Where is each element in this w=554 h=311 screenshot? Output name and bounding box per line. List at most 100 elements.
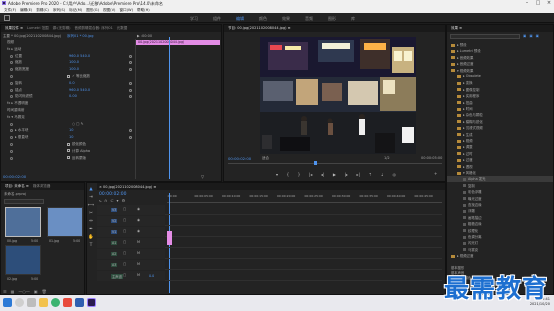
lock-icon[interactable]: ▢	[123, 251, 126, 255]
effects-tree-item[interactable]: 闪光灯	[447, 240, 553, 246]
effects-tree-item[interactable]: ▸ 过时	[447, 151, 553, 157]
browser-icon[interactable]	[51, 298, 60, 307]
effects-tree-item[interactable]: 粗糙边缘	[447, 221, 553, 227]
reset-icon[interactable]	[129, 54, 132, 58]
video-clip[interactable]	[167, 231, 172, 245]
effects-tree-item[interactable]: ▸ Lumetri 预设	[447, 48, 553, 54]
effects-tree-item[interactable]: ▸ Obsolete	[447, 74, 553, 80]
effects-tree-item[interactable]: 浮雕	[447, 208, 553, 214]
track-label[interactable]: V1	[111, 229, 118, 234]
menu-item[interactable]: 编辑(E)	[20, 8, 32, 13]
property-value[interactable]: 10	[69, 135, 73, 139]
add-marker-icon[interactable]: ▾	[117, 198, 119, 203]
track-label[interactable]: V3	[111, 207, 118, 212]
media-thumbnail[interactable]: 02.jpg 5:00	[5, 245, 41, 281]
accelerated-icon[interactable]: ▣	[523, 34, 526, 38]
32bit-icon[interactable]: ▣	[529, 34, 532, 38]
effects-tree-item[interactable]: ▸ 过渡	[447, 157, 553, 163]
checkbox[interactable]	[67, 156, 70, 160]
media-thumbnail[interactable]: 01.jpg 5:00	[47, 207, 83, 243]
source-label[interactable]: 主要 * 00.jpg(202110200844.jpg)	[3, 34, 61, 39]
effect-controls-timecode[interactable]: 00:00:02:00	[3, 174, 26, 179]
workspace-tab[interactable]: 颜色	[259, 16, 267, 22]
track-label[interactable]: V2	[111, 218, 118, 223]
track-label[interactable]: 主声道	[111, 273, 123, 279]
effects-tree-item[interactable]: ▸ 图像控制	[447, 87, 553, 93]
effects-tree-item[interactable]: ▸ 调整	[447, 144, 553, 150]
timeline-track[interactable]: V3 ▢ ◉	[97, 205, 442, 215]
minimize-icon[interactable]: –	[522, 0, 532, 7]
trash-icon[interactable]: 🗑	[42, 289, 47, 294]
checkbox[interactable]	[67, 149, 70, 153]
workspace-tab[interactable]: 编辑	[236, 16, 244, 22]
effects-search-input[interactable]	[450, 34, 520, 39]
timeline-track[interactable]: V1 ▢ ◉	[97, 227, 442, 237]
stopwatch-icon[interactable]	[10, 149, 13, 153]
snap-icon[interactable]: ∩	[104, 198, 107, 203]
property-value[interactable]: 960.0 540.0	[69, 54, 90, 58]
maximize-icon[interactable]: □	[533, 0, 543, 7]
mute-icon[interactable]: M	[137, 273, 140, 277]
lock-icon[interactable]: ▢	[123, 229, 126, 233]
menu-item[interactable]: 剪辑(C)	[36, 8, 49, 13]
eye-icon[interactable]: ◉	[137, 218, 140, 222]
premiere-icon[interactable]	[87, 298, 96, 307]
mute-icon[interactable]: M	[137, 262, 140, 266]
workspace-tab[interactable]: 库	[351, 16, 355, 22]
effects-tree-item[interactable]: 色调分离	[447, 234, 553, 240]
nest-icon[interactable]: ⤷	[99, 198, 101, 203]
fit-dropdown[interactable]: 适合	[262, 156, 269, 161]
master-volume[interactable]: 0.0	[149, 274, 154, 278]
effects-tree-item[interactable]: ▸ 音频效果	[447, 55, 553, 61]
stopwatch-icon[interactable]	[10, 61, 13, 65]
start-icon[interactable]	[3, 298, 12, 307]
property-value[interactable]: 锐化颜色	[72, 142, 86, 147]
reset-icon[interactable]	[129, 61, 132, 65]
property-value[interactable]: 计算 Alpha	[72, 149, 90, 154]
ripple-edit-icon[interactable]: ⟷	[88, 203, 94, 208]
property-value[interactable]: ○ □ ✎	[72, 122, 84, 126]
stopwatch-icon[interactable]	[10, 136, 13, 140]
track-label[interactable]: A3	[111, 262, 118, 267]
sequence-label[interactable]: 序列01 * 00.jpg	[67, 34, 93, 39]
property-value[interactable]: 0.0	[69, 81, 75, 85]
selection-tool-icon[interactable]: ▲	[89, 187, 92, 192]
project-search-input[interactable]	[4, 199, 44, 204]
timeline-track[interactable]: V2 ▢ ◉	[97, 216, 442, 226]
property-value[interactable]: 10	[69, 128, 73, 132]
program-monitor-tab[interactable]: 节目: 00.jpg(2021102008044.jpg) ≡	[228, 26, 291, 31]
new-item-icon[interactable]: ▣	[34, 289, 38, 294]
task-view-icon[interactable]	[27, 298, 36, 307]
effects-tree-item[interactable]: ▸ 扭曲	[447, 100, 553, 106]
track-label[interactable]: A2	[111, 251, 118, 256]
stopwatch-icon[interactable]	[10, 54, 13, 58]
timeline-ruler[interactable]: :00:00 00:00:05:00 00:00:10:00 00:00:15:00 0…	[167, 193, 442, 203]
go-to-out-icon[interactable]: ▸|	[357, 172, 360, 177]
effects-tree-item[interactable]: ▸ 模糊与锐化	[447, 119, 553, 125]
effect-controls-tab[interactable]: 源:(无剪辑)	[53, 26, 71, 31]
stopwatch-icon[interactable]	[10, 122, 13, 126]
icon-view-icon[interactable]: ▦	[11, 289, 15, 294]
timeline-timecode[interactable]: 00:00:02:00	[99, 192, 126, 197]
project-tab[interactable]: 项目: 未命名 ≡	[5, 184, 29, 189]
workspace-tab[interactable]: 学习	[190, 16, 198, 22]
property-value[interactable]: 100.0	[69, 60, 79, 64]
effects-tree-item[interactable]: Alpha 发光	[447, 176, 553, 183]
lock-icon[interactable]: ▢	[123, 262, 126, 266]
effects-tree-item[interactable]: 曝光过度	[447, 196, 553, 202]
mute-icon[interactable]: M	[137, 251, 140, 255]
menu-item[interactable]: 图形(G)	[86, 8, 99, 13]
step-forward-icon[interactable]: |▸	[345, 172, 348, 177]
linked-selection-icon[interactable]: ⊂	[110, 198, 113, 203]
timeline-track[interactable]: A1 ▢ M	[97, 238, 442, 248]
mute-icon[interactable]: M	[137, 240, 140, 244]
effects-tree-item[interactable]: 马赛克	[447, 247, 553, 253]
timeline-track[interactable]: A3 ▢ M	[97, 260, 442, 270]
menu-item[interactable]: 窗口(W)	[119, 8, 133, 13]
eye-icon[interactable]: ◉	[137, 207, 140, 211]
eye-icon[interactable]: ◉	[137, 229, 140, 233]
reset-icon[interactable]	[129, 136, 132, 140]
workspace-tab[interactable]: 效果	[282, 16, 290, 22]
step-back-icon[interactable]: ◂|	[321, 172, 324, 177]
property-value[interactable]: 0.00	[69, 94, 77, 98]
